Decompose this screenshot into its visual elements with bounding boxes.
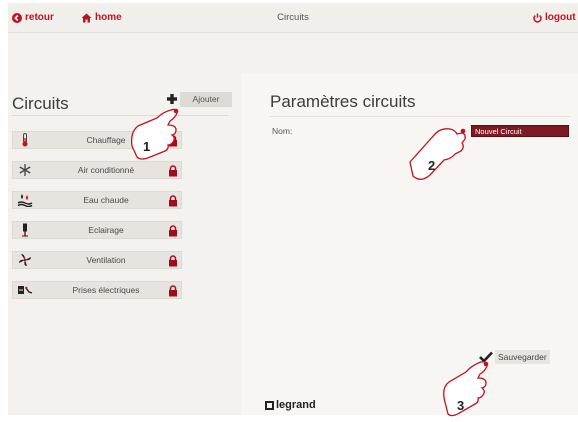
top-bar: retour home Circuits logout xyxy=(8,3,578,33)
add-label: Ajouter xyxy=(180,91,232,107)
power-icon xyxy=(533,13,542,23)
circuit-label: Prises électriques xyxy=(72,285,140,295)
logout-label: logout xyxy=(545,12,576,23)
parameters-heading: Paramètres circuits xyxy=(270,92,416,111)
circuit-label: Air conditionné xyxy=(77,165,135,175)
circuit-item-prises-electriques[interactable]: Prises électriques xyxy=(12,281,182,299)
divider xyxy=(270,116,570,117)
logout-link[interactable]: logout xyxy=(533,12,576,23)
circuit-label: Eau chaude xyxy=(83,195,129,205)
divider xyxy=(12,115,228,116)
add-circuit-button[interactable]: Ajouter xyxy=(162,91,232,107)
water-drop-icon xyxy=(13,192,37,208)
circuit-item-eau-chaude[interactable]: Eau chaude xyxy=(12,191,182,209)
circuit-name-input[interactable] xyxy=(471,125,569,137)
brand-label: legrand xyxy=(276,399,316,411)
lock-icon xyxy=(169,255,177,267)
lock-icon xyxy=(169,285,177,297)
lock-icon xyxy=(169,165,177,177)
fan-icon xyxy=(13,252,37,268)
circuits-heading: Circuits xyxy=(12,94,69,113)
legrand-logo: legrand xyxy=(265,399,316,411)
circuit-item-eclairage[interactable]: Eclairage xyxy=(12,221,182,239)
circuit-label: Chauffage xyxy=(86,135,126,145)
checkmark-icon xyxy=(479,351,493,363)
circuit-item-chauffage[interactable]: Chauffage xyxy=(12,131,182,149)
circuit-item-ventilation[interactable]: Ventilation xyxy=(12,251,182,269)
name-label: Nom: xyxy=(272,126,293,136)
save-button[interactable]: Sauvegarder xyxy=(479,350,550,364)
lock-icon xyxy=(169,135,177,147)
circuit-label: Eclairage xyxy=(88,225,124,235)
circuit-parameters-panel: Paramètres circuits Nom: Sauvegarder xyxy=(241,73,578,415)
circuit-item-air-conditionne[interactable]: Air conditionné xyxy=(12,161,182,179)
thermometer-icon xyxy=(13,132,37,148)
lock-icon xyxy=(169,195,177,207)
page-title: Circuits xyxy=(277,12,309,23)
circuit-label: Ventilation xyxy=(86,255,126,265)
save-label: Sauvegarder xyxy=(495,350,550,364)
lock-icon xyxy=(169,225,177,237)
plug-icon xyxy=(13,282,37,298)
plus-icon xyxy=(162,91,180,107)
snowflake-icon xyxy=(13,162,37,178)
legrand-logo-mark xyxy=(265,400,274,410)
circuits-panel: Circuits Ajouter Chauffage Air condition… xyxy=(8,73,238,415)
lamp-icon xyxy=(13,222,37,238)
app-screen: retour home Circuits logout Circuits Ajo… xyxy=(8,3,578,415)
